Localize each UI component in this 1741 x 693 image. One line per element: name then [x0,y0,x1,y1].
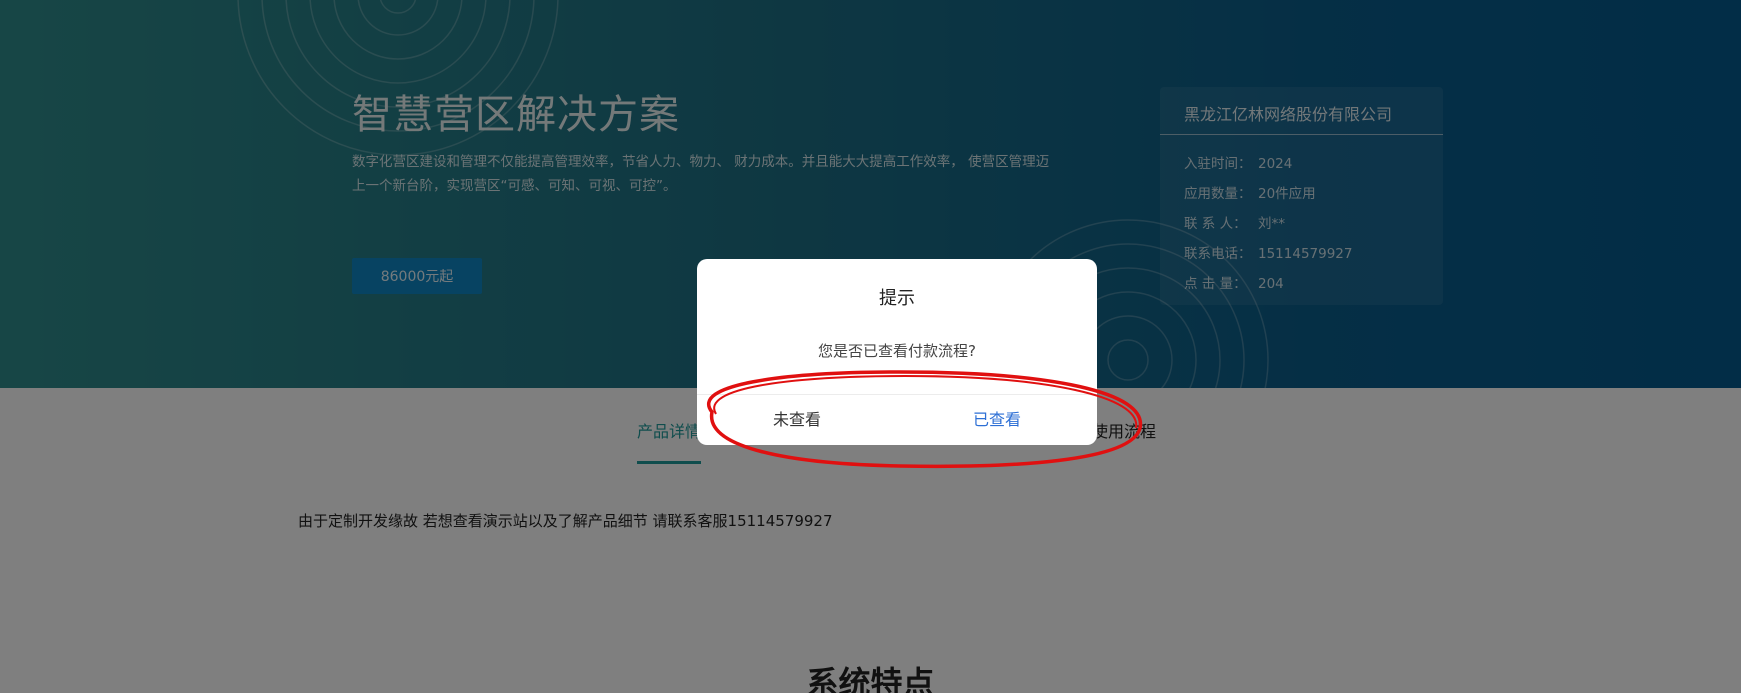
dialog-title: 提示 [879,288,915,309]
dialog-message: 您是否已查看付款流程? [818,342,976,360]
viewed-button[interactable]: 已查看 [897,395,1097,445]
not-viewed-button[interactable]: 未查看 [697,395,897,445]
confirm-dialog: 提示 您是否已查看付款流程? 未查看 已查看 [697,259,1097,445]
